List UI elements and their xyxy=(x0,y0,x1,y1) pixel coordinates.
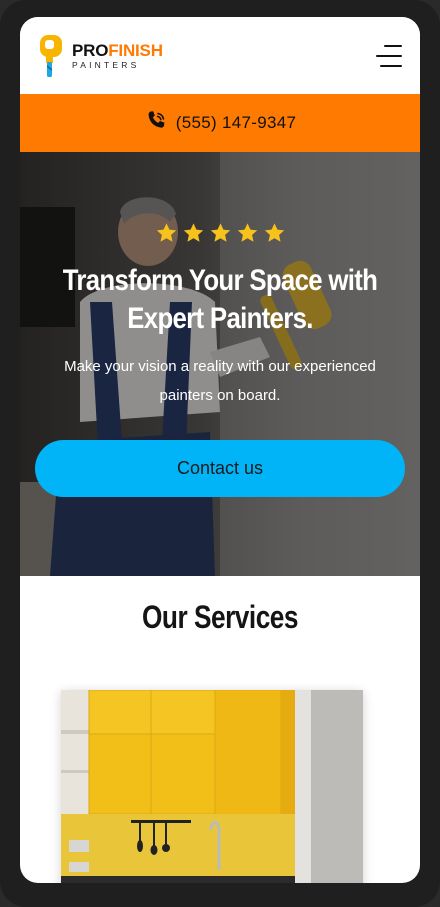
star-icon xyxy=(264,223,284,242)
yellow-kitchen-photo xyxy=(61,690,363,883)
mobile-screen: PROFINISH PAINTERS (555) 147-9347 Transf… xyxy=(20,17,420,883)
site-header: PROFINISH PAINTERS xyxy=(20,17,420,94)
hero-section: Transform Your Space with Expert Painter… xyxy=(20,152,420,576)
star-icon xyxy=(210,223,230,242)
brand-name-pro: PRO xyxy=(72,40,109,60)
services-heading: Our Services xyxy=(141,599,299,635)
rating-stars xyxy=(155,222,286,244)
brand-logo[interactable]: PROFINISH PAINTERS xyxy=(38,33,163,79)
star-icon xyxy=(156,223,176,242)
hero-subtitle: Make your vision a reality with our expe… xyxy=(64,358,376,404)
phone-call-bar[interactable]: (555) 147-9347 xyxy=(20,94,420,152)
brand-name-finish: FINISH xyxy=(108,40,163,60)
phone-icon xyxy=(144,109,168,138)
star-icon xyxy=(237,223,257,242)
service-card-kitchen-image[interactable] xyxy=(61,690,363,883)
star-icon xyxy=(183,223,203,242)
paint-roller-logo-icon xyxy=(38,33,66,79)
hamburger-menu-icon[interactable] xyxy=(372,44,402,67)
contact-us-button[interactable]: Contact us xyxy=(35,440,405,497)
phone-number: (555) 147-9347 xyxy=(175,113,297,132)
brand-subtitle: PAINTERS xyxy=(72,59,140,70)
hero-title: Transform Your Space with Expert Painter… xyxy=(62,264,378,335)
